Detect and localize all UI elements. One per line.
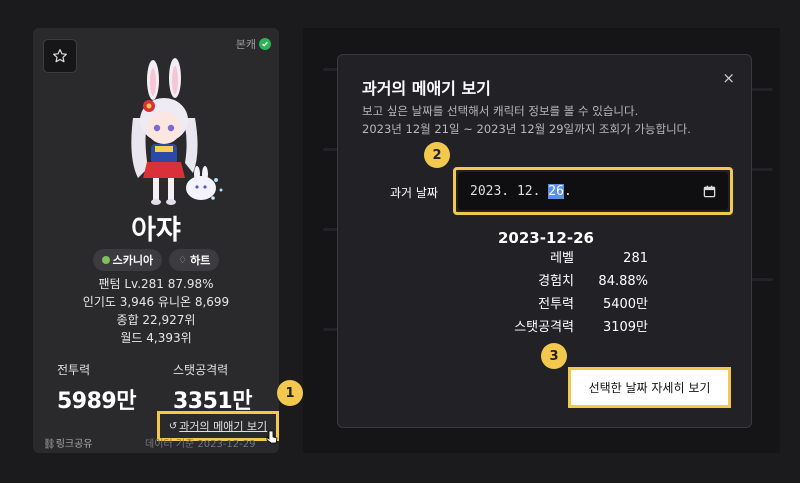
date-value[interactable]: 2023. 12. 26.	[470, 183, 572, 199]
popularity-union: 인기도 3,946 유니온 8,699	[82, 295, 230, 309]
world-tag: 스카니아	[92, 249, 163, 271]
data-reference-date: 데이터 기준 2023-12-29	[145, 439, 256, 450]
calendar-icon[interactable]	[703, 185, 716, 198]
link-icon: ⛓	[43, 439, 56, 450]
modal-description: 보고 싶은 날짜를 선택해서 캐릭터 정보를 볼 수 있습니다. 2023년 1…	[362, 104, 691, 136]
close-icon[interactable]: ×	[722, 69, 735, 87]
guild-icon: ♢	[178, 254, 188, 266]
past-date-input[interactable]: 2023. 12. 26.	[453, 167, 733, 215]
view-detail-button[interactable]: 선택한 날짜 자세히 보기	[568, 367, 731, 408]
main-character-badge: 본캐	[236, 36, 271, 52]
favorite-button[interactable]	[43, 39, 77, 73]
share-link[interactable]: ⛓링크공유	[43, 435, 93, 450]
selected-day: 26	[548, 183, 564, 199]
overall-rank: 종합 22,927위	[116, 313, 196, 327]
guild-tag: ♢ 하트	[169, 249, 220, 271]
result-row: 스탯공격력 3109만	[514, 320, 648, 335]
history-icon: ↺	[168, 420, 178, 432]
modal-title: 과거의 메애기 보기	[362, 79, 491, 98]
character-info: 팬텀 Lv.281 87.98% 인기도 3,946 유니온 8,699 종합 …	[33, 275, 279, 347]
character-name: 아쟈	[131, 215, 181, 246]
past-date-label: 과거 날짜	[390, 186, 438, 200]
check-icon	[259, 38, 271, 50]
job-level: 팬텀 Lv.281 87.98%	[98, 277, 214, 291]
past-view-modal: 과거의 메애기 보기 × 보고 싶은 날짜를 선택해서 캐릭터 정보를 볼 수 …	[337, 54, 752, 428]
combat-power-stat: 전투력 5989만	[57, 363, 136, 414]
world-icon	[101, 256, 110, 264]
star-icon	[53, 49, 67, 63]
date-result: 2023-12-26 레벨 281 경험치 84.88% 전투력 5400만 스탯공격…	[486, 229, 648, 339]
stat-attack-stat: 스탯공격력 3351만	[173, 363, 252, 414]
character-card: 본캐 아쟈 스카니아 ♢ 하트 팬텀 Lv.281 87.98% 인기도 3,9…	[33, 28, 279, 453]
world-rank: 월드 4,393위	[120, 331, 192, 345]
character-avatar	[131, 58, 223, 205]
result-row: 전투력 5400만	[538, 297, 648, 312]
step-marker-3: 3	[541, 343, 567, 369]
step-marker-2: 2	[424, 142, 450, 168]
result-date: 2023-12-26	[498, 229, 594, 247]
step-marker-1: 1	[277, 380, 303, 406]
result-row: 경험치 84.88%	[538, 274, 648, 289]
result-row: 레벨 281	[550, 251, 648, 266]
